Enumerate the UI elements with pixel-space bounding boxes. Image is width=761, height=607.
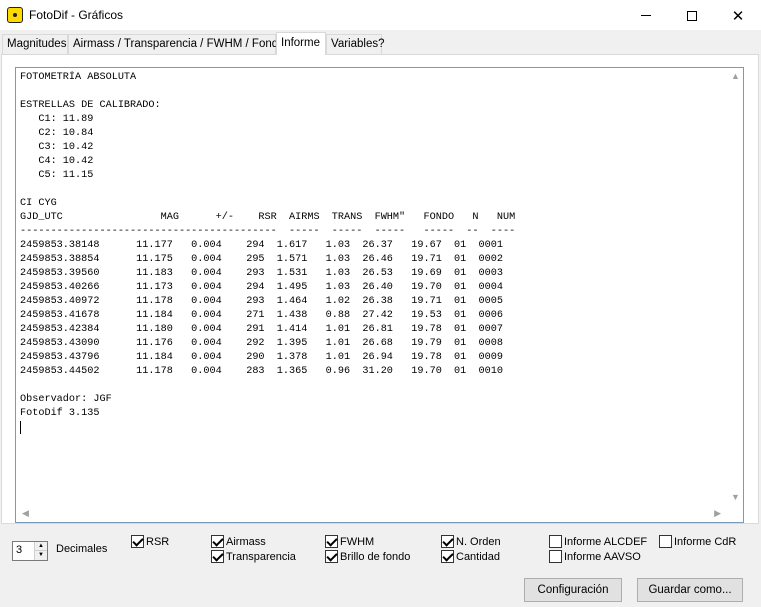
cantidad-label: Cantidad (456, 550, 501, 563)
informe-alcdef-checkbox[interactable]: Informe ALCDEF (549, 535, 647, 548)
report-line: GJD_UTC MAG +/- RSR AIRMS TRANS FWHM" FO… (20, 212, 516, 223)
rsr-checkbox[interactable]: RSR (131, 535, 169, 548)
report-line: CI CYG (20, 198, 57, 209)
checkbox-icon[interactable] (549, 550, 562, 563)
close-icon: ✕ (731, 7, 745, 25)
checkbox-icon[interactable] (325, 535, 338, 548)
report-line: 2459853.40972 11.178 0.004 293 1.464 1.0… (20, 296, 503, 307)
informe-alcdef-label: Informe ALCDEF (564, 535, 648, 548)
checkbox-icon[interactable] (441, 535, 454, 548)
stepper-up-icon[interactable]: ▲ (35, 542, 47, 551)
fwhm-label: FWHM (340, 535, 375, 548)
report-textarea[interactable]: FOTOMETRÍA ABSOLUTA ESTRELLAS DE CALIBRA… (15, 67, 744, 523)
transparencia-label: Transparencia (226, 550, 296, 563)
minimize-button[interactable] (623, 0, 669, 31)
report-line: 2459853.43796 11.184 0.004 290 1.378 1.0… (20, 352, 503, 363)
tab-informe[interactable]: Informe (276, 32, 326, 55)
report-text: FOTOMETRÍA ABSOLUTA ESTRELLAS DE CALIBRA… (20, 71, 720, 501)
report-line (20, 379, 720, 393)
report-line: Observador: JGF (20, 394, 112, 405)
report-line: C4: 10.42 (20, 156, 94, 167)
airmass-label: Airmass (226, 535, 266, 548)
scroll-up-icon[interactable]: ▲ (731, 72, 740, 81)
n-orden-label: N. Orden (456, 535, 501, 548)
configuracion-button[interactable]: Configuración (524, 578, 622, 602)
informe-cdr-label: Informe CdR (674, 535, 737, 548)
tab-variables[interactable]: Variables? (326, 34, 385, 54)
report-line (20, 183, 720, 197)
text-caret-line (20, 421, 720, 438)
window-title: FotoDif - Gráficos (29, 8, 124, 22)
close-button[interactable]: ✕ (715, 0, 761, 31)
brillo-fondo-label: Brillo de fondo (340, 550, 411, 563)
options-bar: 3 ▲ ▼ Decimales RSR Airmass Transparenci… (0, 524, 761, 607)
decimals-label: Decimales (56, 543, 108, 555)
tab-airmass[interactable]: Airmass / Transparencia / FWHM / Fondo (68, 34, 285, 54)
report-line: C1: 11.89 (20, 114, 94, 125)
report-line: FotoDif 3.135 (20, 408, 100, 419)
decimals-stepper[interactable]: 3 ▲ ▼ (12, 541, 48, 561)
checkbox-icon[interactable] (211, 535, 224, 548)
maximize-button[interactable] (669, 0, 715, 31)
airmass-checkbox[interactable]: Airmass (211, 535, 266, 548)
report-line: 2459853.40266 11.173 0.004 294 1.495 1.0… (20, 282, 503, 293)
vertical-scrollbar[interactable]: ▲ ▼ (726, 68, 743, 506)
report-line: ----------------------------------------… (20, 226, 516, 237)
report-line: 2459853.44502 11.178 0.004 283 1.365 0.9… (20, 366, 503, 377)
guardar-como-button[interactable]: Guardar como... (637, 578, 743, 602)
informe-cdr-checkbox[interactable]: Informe CdR (659, 535, 736, 548)
report-line: 2459853.41678 11.184 0.004 271 1.438 0.8… (20, 310, 503, 321)
report-line: 2459853.38148 11.177 0.004 294 1.617 1.0… (20, 240, 503, 251)
maximize-icon (687, 10, 697, 21)
cantidad-checkbox[interactable]: Cantidad (441, 550, 500, 563)
tab-bar: Magnitudes Airmass / Transparencia / FWH… (0, 32, 761, 55)
report-line: ESTRELLAS DE CALIBRADO: (20, 100, 161, 111)
horizontal-scrollbar[interactable]: ◀ ▶ (16, 505, 727, 522)
checkbox-icon[interactable] (441, 550, 454, 563)
tab-magnitudes[interactable]: Magnitudes (2, 34, 68, 54)
scroll-right-icon[interactable]: ▶ (714, 509, 721, 518)
fwhm-checkbox[interactable]: FWHM (325, 535, 374, 548)
checkbox-icon[interactable] (131, 535, 144, 548)
report-line: C5: 11.15 (20, 170, 94, 181)
app-icon (7, 7, 23, 23)
scroll-corner (726, 505, 743, 522)
rsr-label: RSR (146, 535, 170, 548)
decimals-value[interactable]: 3 (16, 544, 22, 556)
title-bar: FotoDif - Gráficos ✕ (0, 0, 761, 31)
checkbox-icon[interactable] (659, 535, 672, 548)
scroll-down-icon[interactable]: ▼ (731, 493, 740, 502)
text-caret-icon (20, 421, 21, 434)
informe-aavso-checkbox[interactable]: Informe AAVSO (549, 550, 641, 563)
report-line: C3: 10.42 (20, 142, 94, 153)
report-line: FOTOMETRÍA ABSOLUTA (20, 72, 137, 83)
report-line: C2: 10.84 (20, 128, 94, 139)
minimize-icon (641, 15, 651, 16)
brillo-fondo-checkbox[interactable]: Brillo de fondo (325, 550, 410, 563)
report-line: 2459853.38854 11.175 0.004 295 1.571 1.0… (20, 254, 503, 265)
scroll-left-icon[interactable]: ◀ (22, 509, 29, 518)
n-orden-checkbox[interactable]: N. Orden (441, 535, 501, 548)
informe-panel: FOTOMETRÍA ABSOLUTA ESTRELLAS DE CALIBRA… (1, 54, 759, 524)
report-line: 2459853.39560 11.183 0.004 293 1.531 1.0… (20, 268, 503, 279)
informe-aavso-label: Informe AAVSO (564, 550, 641, 563)
checkbox-icon[interactable] (211, 550, 224, 563)
transparencia-checkbox[interactable]: Transparencia (211, 550, 296, 563)
report-line: 2459853.42384 11.180 0.004 291 1.414 1.0… (20, 324, 503, 335)
report-line: 2459853.43090 11.176 0.004 292 1.395 1.0… (20, 338, 503, 349)
checkbox-icon[interactable] (549, 535, 562, 548)
stepper-down-icon[interactable]: ▼ (35, 551, 47, 560)
stepper-buttons: ▲ ▼ (34, 542, 47, 560)
checkbox-icon[interactable] (325, 550, 338, 563)
report-line (20, 85, 720, 99)
